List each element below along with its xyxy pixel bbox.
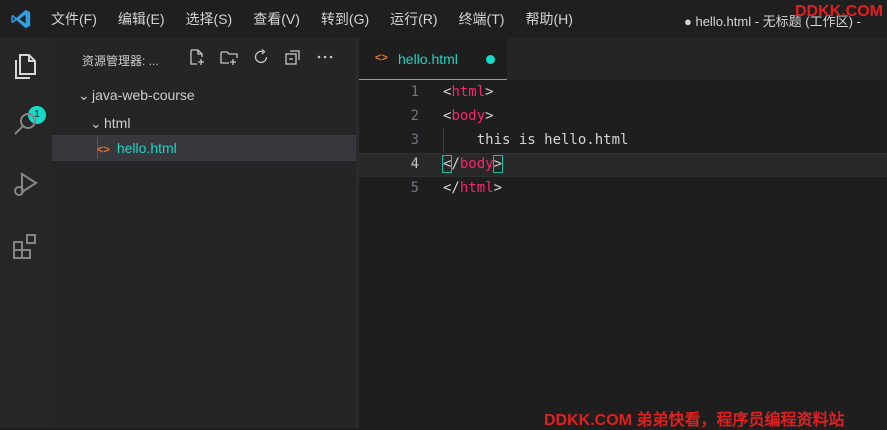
line-number: 1: [410, 84, 419, 100]
code-line-1: <html>: [443, 84, 494, 100]
html-file-icon: <>: [375, 52, 388, 64]
tree-item-html-folder[interactable]: ⌄ html: [90, 111, 130, 135]
menu-edit[interactable]: 编辑(E): [118, 9, 165, 29]
watermark-top: DDKK.COM: [795, 3, 883, 20]
code-line-4: </body>: [441, 155, 504, 173]
refresh-icon[interactable]: [252, 48, 270, 66]
code-line-2: <body>: [443, 108, 494, 124]
menu-bar: 文件(F) 编辑(E) 选择(S) 查看(V) 转到(G) 运行(R) 终端(T…: [51, 0, 594, 38]
html-tag: html: [451, 84, 486, 100]
code-line-3: this is hello.html: [443, 132, 629, 148]
new-file-icon[interactable]: [188, 48, 206, 66]
extensions-icon[interactable]: [10, 230, 42, 262]
menu-selection[interactable]: 选择(S): [186, 9, 233, 29]
watermark-bottom: DDKK.COM 弟弟快看，程序员编程资料站: [544, 412, 845, 429]
more-actions-icon[interactable]: [316, 48, 334, 66]
menu-terminal[interactable]: 终端(T): [459, 9, 505, 29]
bracket-match-close: >: [492, 155, 504, 173]
vscode-logo-icon: [11, 9, 31, 29]
explorer-actions: [188, 48, 348, 66]
body-close-tag: body: [459, 156, 494, 172]
tree-item-label: html: [104, 115, 131, 131]
collapse-all-icon[interactable]: [284, 48, 302, 66]
search-icon[interactable]: [10, 108, 42, 140]
explorer-title: 资源管理器: ...: [82, 54, 159, 68]
tree-item-label: java-web-course: [92, 87, 195, 103]
activity-bar: 1: [0, 38, 52, 428]
menu-run[interactable]: 运行(R): [390, 9, 437, 29]
menu-help[interactable]: 帮助(H): [525, 9, 572, 29]
tree-item-root-folder[interactable]: ⌄ java-web-course: [78, 83, 195, 107]
menu-go[interactable]: 转到(G): [321, 9, 369, 29]
code-editor[interactable]: 1 2 3 4 5 <html> <body> this is hello.ht…: [359, 80, 887, 428]
tab-hello-html[interactable]: <> hello.html: [359, 38, 507, 80]
body-tag: body: [451, 108, 486, 124]
html-file-icon: <>: [97, 144, 110, 156]
line-number-active: 4: [410, 156, 419, 172]
tree-item-hello-html[interactable]: <> hello.html: [97, 136, 177, 160]
run-debug-icon[interactable]: [10, 168, 42, 200]
chevron-down-icon: ⌄: [78, 87, 90, 103]
current-line-highlight: [359, 153, 887, 177]
editor-tab-bar: <> hello.html: [359, 38, 887, 80]
line-number: 2: [410, 108, 419, 124]
line-number: 5: [410, 180, 419, 196]
code-line-5: </html>: [443, 180, 503, 196]
chevron-down-icon: ⌄: [90, 115, 102, 131]
explorer-sidebar: 资源管理器: ... ⌄ java-web-course ⌄ html <> hell…: [52, 38, 356, 428]
title-bar: 文件(F) 编辑(E) 选择(S) 查看(V) 转到(G) 运行(R) 终端(T…: [0, 0, 887, 38]
tab-label: hello.html: [398, 51, 458, 67]
menu-file[interactable]: 文件(F): [51, 9, 97, 29]
new-folder-icon[interactable]: [220, 48, 238, 66]
menu-view[interactable]: 查看(V): [253, 9, 300, 29]
explorer-files-icon[interactable]: [10, 50, 42, 82]
unsaved-dot-icon[interactable]: [486, 55, 495, 64]
tree-item-label: hello.html: [116, 140, 177, 156]
line-number: 3: [410, 132, 419, 148]
html-close-tag: html: [459, 180, 494, 196]
